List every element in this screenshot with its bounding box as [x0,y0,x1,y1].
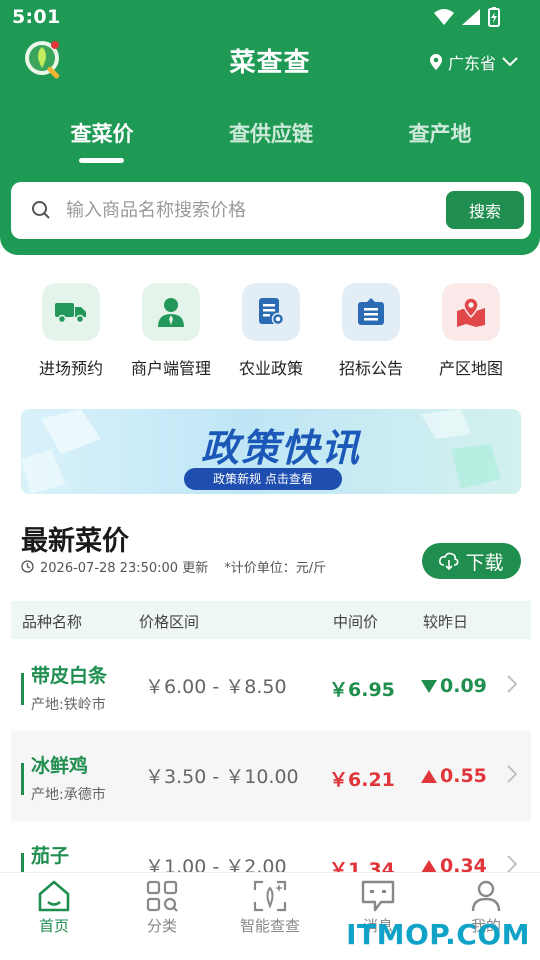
download-label: 下载 [465,551,504,574]
column-header-mid-price: 中间价 [333,613,379,631]
map-pin-icon [442,283,500,341]
location-pin-icon [429,54,442,70]
search-bar: 搜索 [11,182,531,239]
nav-smart-search[interactable]: 智能查查 [225,879,315,936]
chevron-down-icon [502,57,518,67]
user-icon [471,880,501,912]
nav-category[interactable]: 分类 [117,879,207,936]
quick-action-label: 招标公告 [338,359,403,378]
status-time: 5:01 [12,6,61,28]
triangle-up-icon [421,769,437,783]
tab-vegetable-price[interactable]: 查菜价 [32,118,172,148]
row-variety-name: 带皮白条 [31,665,108,687]
cloud-download-icon [439,552,459,570]
quick-action-label: 进场预约 [38,359,103,378]
banner-title: 政策快讯 [200,426,361,470]
header: 5:01 菜查查 广东省 查菜价 查供应链 查产地 搜索 [0,0,540,255]
row-mid-price: ￥6.21 [329,769,395,791]
quick-action-merchant-management[interactable]: 商户端管理 [121,283,221,379]
nav-label: 智能查查 [239,917,300,935]
row-mid-price: ￥6.95 [329,679,395,701]
nav-home[interactable]: 首页 [9,879,99,936]
policy-document-icon [242,283,300,341]
table-row[interactable]: 带皮白条 产地:铁岭市 ￥6.00 - ￥8.50 ￥6.95 0.09 [11,641,531,731]
search-input[interactable] [66,196,426,224]
quick-action-label: 产区地图 [438,359,503,378]
update-time: 2026-07-28 23:50:00 更新 [40,561,209,576]
row-change-value: 0.55 [440,765,487,787]
row-origin: 产地:承德市 [31,787,106,803]
battery-icon [488,7,500,27]
chevron-right-icon [507,855,517,873]
row-variety-name: 冰鲜鸡 [31,755,89,777]
quick-actions: 进场预约 商户端管理 农业政策 招标公告 产区地图 [0,283,540,383]
search-icon [32,201,50,219]
bid-announcement-icon [342,283,400,341]
section-title: 最新菜价 [21,526,129,557]
chevron-right-icon [507,675,517,693]
merchant-user-icon [142,283,200,341]
nav-label: 分类 [146,917,177,935]
policy-news-banner[interactable]: 政策快讯 政策新规 点击查看 [21,409,521,494]
message-icon [361,880,395,912]
active-tab-indicator [79,158,124,163]
signal-icon [462,9,480,25]
price-table-header: 品种名称 价格区间 中间价 较昨日 [11,601,531,639]
tab-bar: 查菜价 查供应链 查产地 [0,112,540,163]
row-variety-name: 茄子 [31,845,70,867]
row-origin: 产地:铁岭市 [31,697,106,713]
row-change: 0.09 [421,675,487,697]
row-change: 0.55 [421,765,487,787]
clock-icon [21,560,34,573]
tab-origin[interactable]: 查产地 [370,118,510,148]
tab-supply-chain[interactable]: 查供应链 [201,118,341,148]
table-row[interactable]: 冰鲜鸡 产地:承德市 ￥3.50 - ￥10.00 ￥6.21 0.55 [11,731,531,821]
smart-scan-icon [253,880,287,912]
row-change-value: 0.09 [440,675,487,697]
row-accent-bar [21,673,24,705]
site-watermark: ITMOP.COM [346,918,530,951]
quick-action-entry-reservation[interactable]: 进场预约 [21,283,121,379]
triangle-down-icon [421,679,437,693]
row-price-range: ￥3.50 - ￥10.00 [145,766,299,788]
quick-action-label: 商户端管理 [130,359,211,378]
quick-action-agri-policy[interactable]: 农业政策 [221,283,321,379]
quick-action-region-map[interactable]: 产区地图 [421,283,521,379]
truck-icon [42,283,100,341]
quick-action-bid-announcement[interactable]: 招标公告 [321,283,421,379]
chevron-right-icon [507,765,517,783]
quick-action-label: 农业政策 [238,359,303,378]
section-meta: 2026-07-28 23:50:00 更新 *计价单位：元/斤 [21,557,326,576]
download-button[interactable]: 下载 [422,543,521,579]
column-header-change: 较昨日 [423,613,469,631]
category-grid-icon [146,880,178,912]
column-header-variety: 品种名称 [22,613,83,631]
row-price-range: ￥6.00 - ￥8.50 [145,676,287,698]
status-bar: 5:01 [0,0,540,36]
home-icon [38,880,70,912]
wifi-icon [434,9,454,25]
column-header-price-range: 价格区间 [139,613,200,631]
triangle-up-icon [421,859,437,873]
search-button[interactable]: 搜索 [446,191,524,229]
location-label: 广东省 [447,54,496,73]
row-accent-bar [21,763,24,795]
location-selector[interactable]: 广东省 [429,50,518,74]
banner-subtitle-pill: 政策新规 点击查看 [184,468,342,490]
status-icons [434,7,500,27]
nav-label: 首页 [38,917,69,935]
price-unit: *计价单位：元/斤 [224,561,327,576]
